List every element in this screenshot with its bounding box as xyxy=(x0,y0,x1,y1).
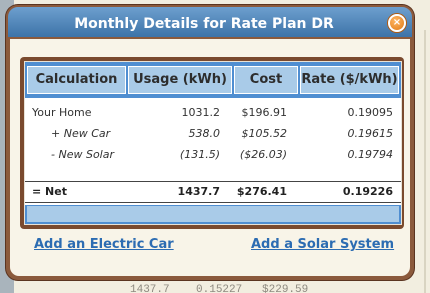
header-cost: Cost xyxy=(234,66,298,94)
table-header: Calculation Usage (kWh) Cost Rate ($/kWh… xyxy=(25,62,401,98)
details-table-frame: Calculation Usage (kWh) Cost Rate ($/kWh… xyxy=(20,57,404,229)
net-label: = Net xyxy=(32,185,67,198)
row-usage: (131.5) xyxy=(179,148,220,161)
dialog-body: Calculation Usage (kWh) Cost Rate ($/kWh… xyxy=(10,39,410,276)
background-divider xyxy=(424,30,426,293)
add-solar-system-link[interactable]: Add a Solar System xyxy=(251,237,394,252)
table-row: - New Solar (131.5) ($26.03) 0.19794 xyxy=(25,145,401,165)
table-row: Your Home 1031.2 $196.91 0.19095 xyxy=(25,103,401,123)
header-rate: Rate ($/kWh) xyxy=(300,66,399,94)
row-label: Your Home xyxy=(32,106,92,119)
row-rate: 0.19794 xyxy=(347,148,394,161)
net-total-row: = Net 1437.7 $276.41 0.19226 xyxy=(25,181,401,203)
net-usage: 1437.7 xyxy=(177,185,220,198)
table-footer xyxy=(25,205,401,224)
details-table: Calculation Usage (kWh) Cost Rate ($/kWh… xyxy=(24,61,402,225)
add-electric-car-link[interactable]: Add an Electric Car xyxy=(34,237,174,252)
row-cost: $105.52 xyxy=(241,127,288,140)
dialog-title: Monthly Details for Rate Plan DR xyxy=(74,16,334,32)
row-rate: 0.19095 xyxy=(347,106,394,119)
header-calculation: Calculation xyxy=(27,66,126,94)
row-label: + New Car xyxy=(51,127,111,140)
row-label: - New Solar xyxy=(51,148,114,161)
row-usage: 538.0 xyxy=(188,127,221,140)
row-usage: 1031.2 xyxy=(181,106,221,119)
row-rate: 0.19615 xyxy=(347,127,394,140)
header-usage: Usage (kWh) xyxy=(128,66,232,94)
close-icon[interactable]: × xyxy=(388,14,406,32)
background-table-row: 1437.7 0.15227 $229.59 xyxy=(130,284,309,293)
row-cost: $196.91 xyxy=(241,106,288,119)
row-cost: ($26.03) xyxy=(239,148,287,161)
table-row: + New Car 538.0 $105.52 0.19615 xyxy=(25,124,401,144)
net-cost: $276.41 xyxy=(236,185,287,198)
rate-plan-details-dialog: Monthly Details for Rate Plan DR × Calcu… xyxy=(6,5,414,280)
dialog-title-bar[interactable]: Monthly Details for Rate Plan DR × xyxy=(6,5,414,39)
net-rate: 0.19226 xyxy=(342,185,393,198)
